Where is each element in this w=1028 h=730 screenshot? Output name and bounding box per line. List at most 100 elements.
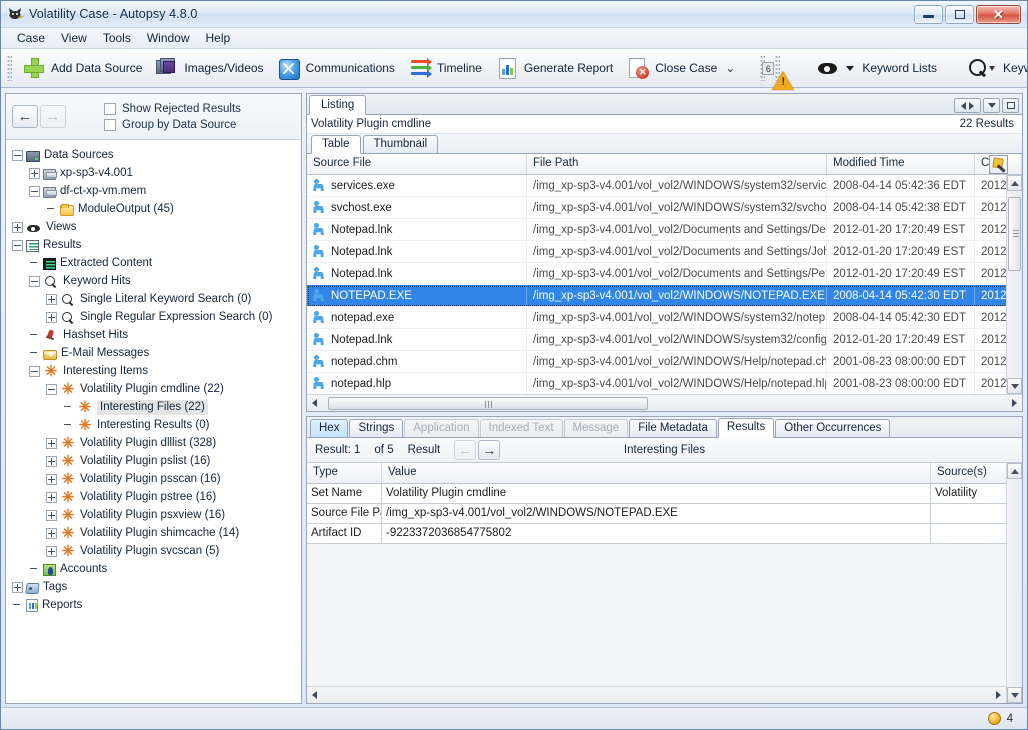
hscroll-right-button[interactable]: [1007, 396, 1022, 411]
tree-node-volatility-plugin-svcscan-5[interactable]: ✳Volatility Plugin svcscan (5): [6, 542, 301, 560]
artifact-vertical-scrollbar[interactable]: [1006, 463, 1022, 703]
column-header-type[interactable]: Type: [307, 463, 382, 483]
column-header-file-path[interactable]: File Path: [527, 154, 827, 174]
column-header-value[interactable]: Value: [382, 463, 931, 483]
column-header-modified-time[interactable]: Modified Time: [827, 154, 975, 174]
tree-node-interesting-items[interactable]: ✳Interesting Items: [6, 362, 301, 380]
tree-node-extracted-content[interactable]: Extracted Content: [6, 254, 301, 272]
tree-node-accounts[interactable]: Accounts: [6, 560, 301, 578]
tab-results[interactable]: Results: [718, 418, 774, 438]
table-row[interactable]: Notepad.lnk/img_xp-sp3-v4.001/vol_vol2/D…: [307, 219, 1022, 241]
scroll-up-button[interactable]: [1007, 175, 1022, 191]
next-result-button[interactable]: →: [478, 440, 500, 460]
tree-node-volatility-plugin-pstree-16[interactable]: ✳Volatility Plugin pstree (16): [6, 488, 301, 506]
add-data-source-button[interactable]: Add Data Source: [16, 54, 149, 82]
vertical-scroll-thumb[interactable]: [1008, 197, 1021, 271]
group-by-data-source-row[interactable]: Group by Data Source: [104, 119, 241, 131]
table-row[interactable]: services.exe/img_xp-sp3-v4.001/vol_vol2/…: [307, 175, 1022, 197]
tree-node-df-ct-xp-vm-mem[interactable]: df-ct-xp-vm.mem: [6, 182, 301, 200]
artifact-hscroll-right-button[interactable]: [991, 688, 1006, 703]
tree-node-hashset-hits[interactable]: Hashset Hits: [6, 326, 301, 344]
tree-node-tags[interactable]: Tags: [6, 578, 301, 596]
tree-expander-icon[interactable]: [46, 546, 57, 557]
tree-node-xp-sp3-v4-001[interactable]: xp-sp3-v4.001: [6, 164, 301, 182]
tree-node-volatility-plugin-dlllist-328[interactable]: ✳Volatility Plugin dlllist (328): [6, 434, 301, 452]
tree-expander-icon[interactable]: [12, 240, 23, 251]
artifact-row[interactable]: Set NameVolatility Plugin cmdlineVolatil…: [307, 484, 1006, 504]
search-chevron-down-icon[interactable]: [989, 66, 995, 71]
tree-expander-icon[interactable]: [46, 510, 57, 521]
tab-scroll-buttons[interactable]: [954, 98, 981, 113]
tree-expander-icon[interactable]: [46, 474, 57, 485]
previous-result-button[interactable]: ←: [454, 440, 476, 460]
tree-expander-icon[interactable]: [46, 456, 57, 467]
tree-node-volatility-plugin-psscan-16[interactable]: ✳Volatility Plugin psscan (16): [6, 470, 301, 488]
menu-tools[interactable]: Tools: [95, 29, 139, 47]
tree-node-single-literal-keyword-search-0[interactable]: Single Literal Keyword Search (0): [6, 290, 301, 308]
tree-expander-icon[interactable]: [46, 492, 57, 503]
images-videos-button[interactable]: Images/Videos: [149, 54, 270, 82]
tab-hex[interactable]: Hex: [310, 419, 348, 437]
results-table-body[interactable]: services.exe/img_xp-sp3-v4.001/vol_vol2/…: [307, 175, 1022, 394]
tree-expander-icon[interactable]: [46, 312, 57, 323]
artifact-row[interactable]: Source File Pa/img_xp-sp3-v4.001/vol_vol…: [307, 504, 1006, 524]
tree-node-data-sources[interactable]: Data Sources: [6, 146, 301, 164]
case-tree[interactable]: Data Sourcesxp-sp3-v4.001df-ct-xp-vm.mem…: [6, 140, 301, 703]
tree-node-volatility-plugin-cmdline-22[interactable]: ✳Volatility Plugin cmdline (22): [6, 380, 301, 398]
keyword-lists-button[interactable]: Keyword Lists: [810, 54, 944, 82]
tree-node-interesting-results-0[interactable]: ✳Interesting Results (0): [6, 416, 301, 434]
column-header-sources[interactable]: Source(s): [931, 463, 1006, 483]
tree-node-interesting-files-22[interactable]: ✳Interesting Files (22): [6, 398, 301, 416]
tab-table[interactable]: Table: [311, 135, 361, 154]
show-rejected-results-checkbox[interactable]: [104, 103, 116, 115]
group-by-data-source-checkbox[interactable]: [104, 119, 116, 131]
artifact-hscroll-left-button[interactable]: [307, 688, 322, 703]
menu-window[interactable]: Window: [139, 29, 198, 47]
tab-listing[interactable]: Listing: [309, 95, 366, 115]
timeline-button[interactable]: Timeline: [402, 54, 489, 82]
tree-node-moduleoutput-45[interactable]: ModuleOutput (45): [6, 200, 301, 218]
tab-file-metadata[interactable]: File Metadata: [629, 419, 717, 437]
tree-node-volatility-plugin-psxview-16[interactable]: ✳Volatility Plugin psxview (16): [6, 506, 301, 524]
tree-node-keyword-hits[interactable]: Keyword Hits: [6, 272, 301, 290]
menu-help[interactable]: Help: [198, 29, 239, 47]
hscroll-left-button[interactable]: [307, 396, 322, 411]
column-chooser-icon[interactable]: [989, 155, 1008, 174]
artifact-scroll-down-button[interactable]: [1007, 687, 1022, 703]
tree-expander-icon[interactable]: [29, 168, 40, 179]
artifact-scroll-up-button[interactable]: [1007, 463, 1022, 479]
tree-node-volatility-plugin-pslist-16[interactable]: ✳Volatility Plugin pslist (16): [6, 452, 301, 470]
menu-view[interactable]: View: [53, 29, 95, 47]
table-row[interactable]: svchost.exe/img_xp-sp3-v4.001/vol_vol2/W…: [307, 197, 1022, 219]
table-row[interactable]: notepad.exe/img_xp-sp3-v4.001/vol_vol2/W…: [307, 307, 1022, 329]
chevron-down-icon[interactable]: [846, 66, 854, 71]
table-row[interactable]: NOTEPAD.EXE/img_xp-sp3-v4.001/vol_vol2/W…: [307, 285, 1022, 307]
table-row[interactable]: notepad.chm/img_xp-sp3-v4.001/vol_vol2/W…: [307, 351, 1022, 373]
tab-other-occurrences[interactable]: Other Occurrences: [775, 419, 890, 437]
tree-node-views[interactable]: Views: [6, 218, 301, 236]
communications-button[interactable]: Communications: [271, 54, 402, 82]
vertical-scroll-track[interactable]: [1007, 191, 1022, 378]
maximize-panel-button[interactable]: [1002, 98, 1019, 113]
results-horizontal-scrollbar[interactable]: [307, 394, 1022, 411]
tree-expander-icon[interactable]: [46, 384, 57, 395]
tab-list-dropdown-button[interactable]: [983, 98, 1000, 113]
tree-expander-icon[interactable]: [29, 186, 40, 197]
close-case-chevron-icon[interactable]: ⌄: [725, 61, 735, 75]
close-button[interactable]: ✕: [976, 5, 1021, 24]
tree-expander-icon[interactable]: [12, 582, 23, 593]
tree-node-reports[interactable]: Reports: [6, 596, 301, 614]
tab-strings[interactable]: Strings: [349, 419, 403, 437]
toolbar-grip[interactable]: [7, 55, 12, 81]
generate-report-button[interactable]: Generate Report: [489, 54, 620, 82]
forward-button[interactable]: →: [40, 105, 66, 128]
column-header-source-file[interactable]: Source File: [307, 154, 527, 174]
tree-expander-icon[interactable]: [46, 528, 57, 539]
tree-node-e-mail-messages[interactable]: E-Mail Messages: [6, 344, 301, 362]
tree-expander-icon[interactable]: [29, 366, 40, 377]
tree-expander-icon[interactable]: [46, 438, 57, 449]
close-case-button[interactable]: Close Case ⌄: [620, 54, 742, 82]
maximize-button[interactable]: [945, 5, 974, 24]
table-row[interactable]: Notepad.lnk/img_xp-sp3-v4.001/vol_vol2/D…: [307, 241, 1022, 263]
artifact-horizontal-scrollbar[interactable]: [307, 686, 1006, 703]
